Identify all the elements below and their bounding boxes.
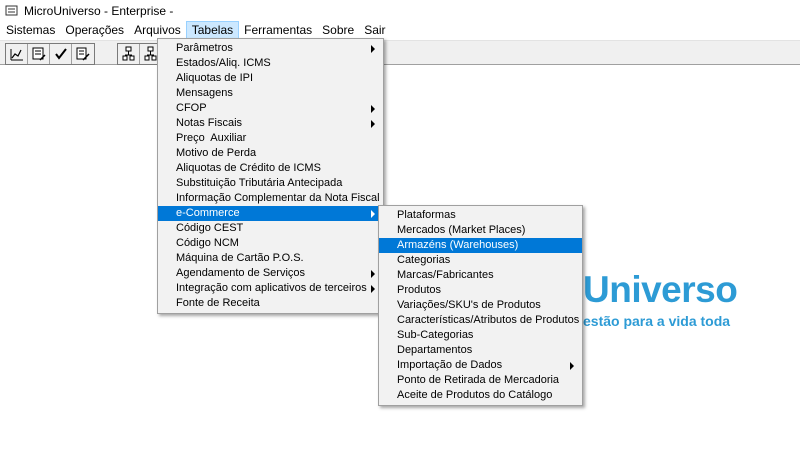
menu-item-informacao-complementar[interactable]: Informação Complementar da Nota Fiscal	[158, 191, 383, 206]
menu-item-label: Categorias	[397, 254, 451, 266]
menu-item-notas-fiscais[interactable]: Notas Fiscais	[158, 116, 383, 131]
menu-sistemas[interactable]: Sistemas	[0, 21, 60, 40]
toolbar-group-1	[5, 43, 95, 65]
tabelas-dropdown-menu: Parâmetros Estados/Aliq. ICMS Aliquotas …	[157, 38, 384, 314]
submenu-item-importacao-dados[interactable]: Importação de Dados	[379, 358, 582, 373]
menu-item-label: Motivo de Perda	[176, 147, 257, 159]
menu-item-mensagens[interactable]: Mensagens	[158, 86, 383, 101]
menu-item-label: Código NCM	[176, 237, 239, 249]
submenu-item-categorias[interactable]: Categorias	[379, 253, 582, 268]
submenu-arrow-icon	[371, 210, 375, 218]
submenu-arrow-icon	[371, 45, 375, 53]
checkmark-icon[interactable]	[50, 44, 72, 64]
submenu-arrow-icon	[371, 120, 375, 128]
logo-word: Universo	[583, 269, 738, 310]
menu-item-e-commerce[interactable]: e-Commerce	[158, 206, 383, 221]
menu-item-label: Marcas/Fabricantes	[397, 269, 494, 281]
menu-item-label: CFOP	[176, 102, 207, 114]
menu-item-label: Parâmetros	[176, 42, 233, 54]
app-icon	[5, 4, 19, 18]
menu-item-label: Substituição Tributária Antecipada	[176, 177, 343, 189]
menu-item-maquina-cartao-pos[interactable]: Máquina de Cartão P.O.S.	[158, 251, 383, 266]
submenu-item-departamentos[interactable]: Departamentos	[379, 343, 582, 358]
menu-item-label: Aliquotas de IPI	[176, 72, 254, 84]
menu-item-fonte-receita[interactable]: Fonte de Receita	[158, 296, 383, 311]
submenu-arrow-icon	[371, 285, 375, 293]
list-edit-icon[interactable]	[28, 44, 50, 64]
menu-item-agendamento-servicos[interactable]: Agendamento de Serviços	[158, 266, 383, 281]
chart-edit-icon[interactable]	[6, 44, 28, 64]
menu-item-label: e-Commerce	[176, 207, 240, 219]
title-bar: MicroUniverso - Enterprise -	[0, 0, 800, 21]
document-edit-icon[interactable]	[72, 44, 94, 64]
menu-item-label: Integração com aplicativos de terceiros	[176, 282, 367, 294]
submenu-item-caracteristicas[interactable]: Características/Atributos de Produtos	[379, 313, 582, 328]
submenu-item-ponto-retirada[interactable]: Ponto de Retirada de Mercadoria	[379, 373, 582, 388]
menu-item-label: Máquina de Cartão P.O.S.	[176, 252, 304, 264]
menu-item-label: Agendamento de Serviços	[176, 267, 306, 279]
submenu-arrow-icon	[371, 270, 375, 278]
menu-item-preco-auxiliar[interactable]: Preço Auxiliar	[158, 131, 383, 146]
submenu-item-marcas[interactable]: Marcas/Fabricantes	[379, 268, 582, 283]
menu-item-aliquotas-ipi[interactable]: Aliquotas de IPI	[158, 71, 383, 86]
menu-item-label: Informação Complementar da Nota Fiscal	[176, 192, 380, 204]
submenu-item-produtos[interactable]: Produtos	[379, 283, 582, 298]
menu-item-substituicao-tributaria[interactable]: Substituição Tributária Antecipada	[158, 176, 383, 191]
menu-item-label: Aceite de Produtos do Catálogo	[397, 389, 553, 401]
menu-item-label: Características/Atributos de Produtos	[397, 314, 580, 326]
submenu-arrow-icon	[570, 362, 574, 370]
menu-item-label: Estados/Aliq. ICMS	[176, 57, 271, 69]
menu-item-codigo-ncm[interactable]: Código NCM	[158, 236, 383, 251]
menu-item-label: Sub-Categorias	[397, 329, 474, 341]
menu-item-integracao-aplicativos[interactable]: Integração com aplicativos de terceiros	[158, 281, 383, 296]
menu-item-aliquotas-credito-icms[interactable]: Aliquotas de Crédito de ICMS	[158, 161, 383, 176]
menu-item-label: Mensagens	[176, 87, 233, 99]
submenu-item-variacoes-sku[interactable]: Variações/SKU's de Produtos	[379, 298, 582, 313]
submenu-item-aceite-produtos[interactable]: Aceite de Produtos do Catálogo	[379, 388, 582, 403]
menu-item-label: Aliquotas de Crédito de ICMS	[176, 162, 321, 174]
submenu-item-mercados[interactable]: Mercados (Market Places)	[379, 223, 582, 238]
menu-operacoes[interactable]: Operações	[60, 21, 129, 40]
menu-item-label: Ponto de Retirada de Mercadoria	[397, 374, 560, 386]
menu-item-label: Importação de Dados	[397, 359, 503, 371]
menu-item-label: Fonte de Receita	[176, 297, 260, 309]
ecommerce-submenu: Plataformas Mercados (Market Places) Arm…	[378, 205, 583, 406]
menu-item-label: Armazéns (Warehouses)	[397, 239, 519, 251]
submenu-item-sub-categorias[interactable]: Sub-Categorias	[379, 328, 582, 343]
menu-item-label: Código CEST	[176, 222, 244, 234]
window-title: MicroUniverso - Enterprise -	[24, 3, 174, 18]
menu-item-codigo-cest[interactable]: Código CEST	[158, 221, 383, 236]
logo-slogan: estão para a vida toda	[583, 313, 731, 329]
menu-item-label: Notas Fiscais	[176, 117, 243, 129]
submenu-arrow-icon	[371, 105, 375, 113]
menu-bar: Sistemas Operações Arquivos Tabelas Ferr…	[0, 21, 800, 40]
menu-item-label: Produtos	[397, 284, 442, 296]
menu-item-cfop[interactable]: CFOP	[158, 101, 383, 116]
menu-item-estados-aliq-icms[interactable]: Estados/Aliq. ICMS	[158, 56, 383, 71]
toolbar	[0, 40, 800, 65]
menu-item-label: Variações/SKU's de Produtos	[397, 299, 541, 311]
menu-item-label: Plataformas	[397, 209, 456, 221]
menu-item-label: Mercados (Market Places)	[397, 224, 526, 236]
menu-item-parametros[interactable]: Parâmetros	[158, 41, 383, 56]
submenu-item-plataformas[interactable]: Plataformas	[379, 208, 582, 223]
menu-item-motivo-perda[interactable]: Motivo de Perda	[158, 146, 383, 161]
menu-item-label: Preço Auxiliar	[176, 132, 247, 144]
tree-icon[interactable]	[118, 44, 140, 64]
submenu-item-armazens[interactable]: Armazéns (Warehouses)	[379, 238, 582, 253]
menu-item-label: Departamentos	[397, 344, 473, 356]
